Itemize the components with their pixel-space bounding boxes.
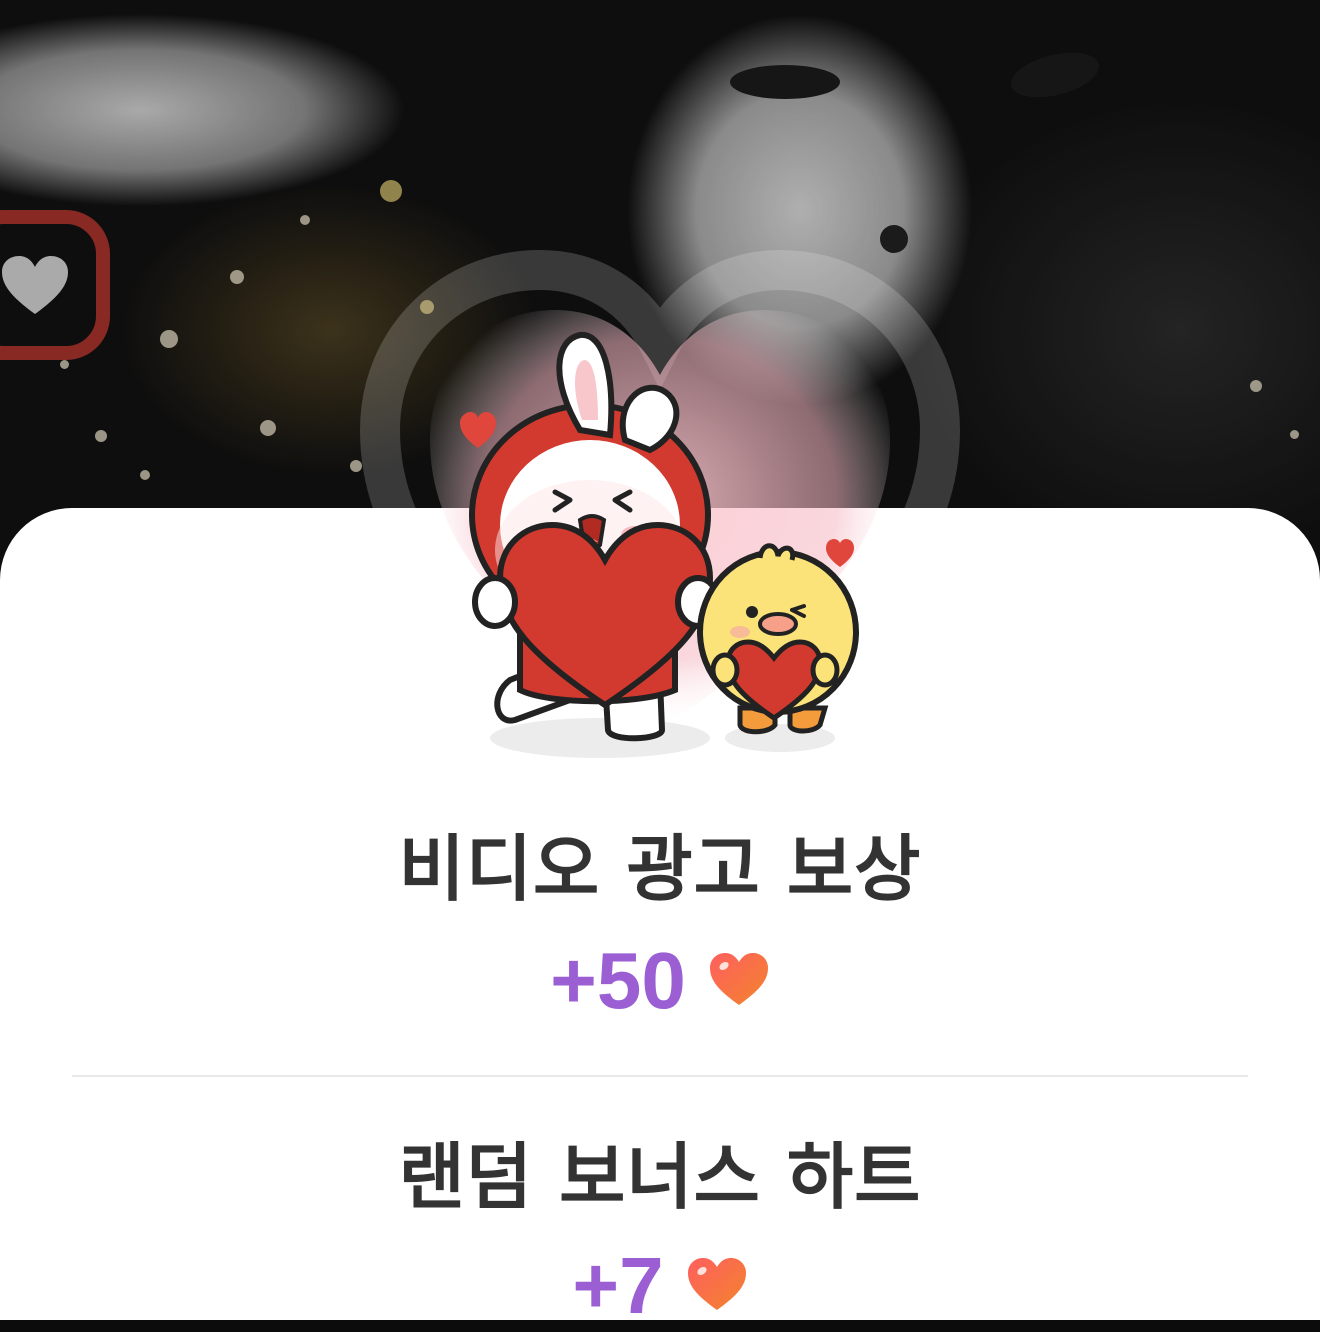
heart-icon <box>708 951 770 1011</box>
divider <box>72 1075 1248 1077</box>
mascot-illustration <box>460 331 859 758</box>
reward-title-video-ad: 비디오 광고 보상 <box>398 827 922 911</box>
reward-amount: +50 <box>550 936 686 1025</box>
heart-icon <box>686 1256 748 1316</box>
reward-amount: +7 <box>572 1241 664 1330</box>
reward-row-video-ad: +50 <box>0 935 1320 1027</box>
reward-row-random-bonus: +7 <box>0 1240 1320 1332</box>
reward-title-random-bonus: 랜덤 보너스 하트 <box>398 1135 922 1219</box>
